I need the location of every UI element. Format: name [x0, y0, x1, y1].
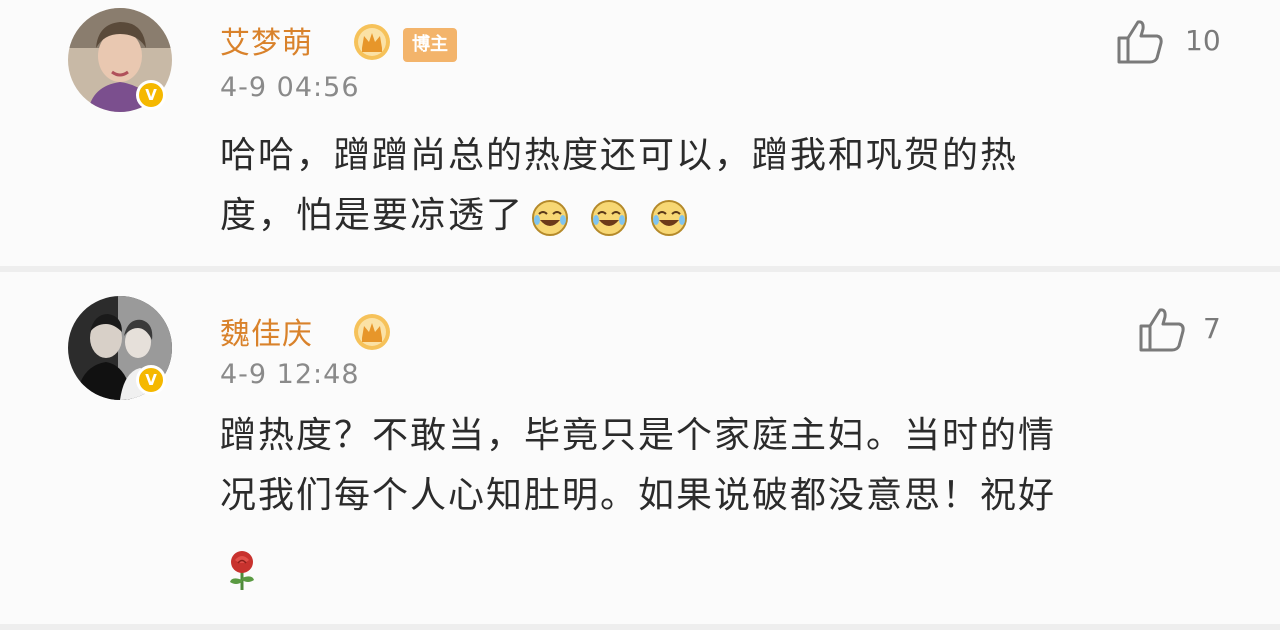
username[interactable]: 艾梦萌 [220, 18, 313, 62]
rose-icon [230, 551, 254, 590]
comment-item: V 魏佳庆 4-9 12:48 7 蹭热度？不敢当，毕竟只是个家庭主妇。当时的情… [0, 272, 1280, 624]
comment-text-line: 哈哈，蹭蹭尚总的热度还可以，蹭我和巩贺的热 [220, 135, 1019, 176]
verified-v-icon: V [136, 365, 166, 395]
comment-text: 哈哈，蹭蹭尚总的热度还可以，蹭我和巩贺的热 度，怕是要凉透了 [220, 126, 1220, 247]
crown-icon [354, 314, 390, 350]
comment-text-line: 况我们每个人心知肚明。如果说破都没意思！祝好 [220, 475, 1057, 516]
like-count: 7 [1203, 312, 1221, 345]
laugh-cry-emoji [591, 200, 628, 236]
like-count: 10 [1185, 24, 1221, 57]
comment-item: V 艾梦萌 博主 4-9 04:56 10 哈哈，蹭蹭尚总的热度还可以，蹭我和巩… [0, 0, 1280, 266]
username[interactable]: 魏佳庆 [220, 309, 313, 353]
verified-v-icon: V [136, 80, 166, 110]
comment-text-segment: 度，怕是要凉透了 [220, 195, 525, 236]
thumbs-up-icon [1117, 20, 1163, 64]
comment-text-line: 蹭热度？不敢当，毕竟只是个家庭主妇。当时的情 [220, 415, 1057, 456]
emoji-group [530, 187, 695, 247]
blogger-badge: 博主 [403, 28, 457, 62]
crown-icon [354, 24, 390, 60]
comment-divider [0, 624, 1280, 630]
comment-timestamp: 4-9 12:48 [220, 359, 360, 390]
laugh-cry-emoji [650, 200, 687, 236]
laugh-cry-emoji [532, 200, 569, 236]
comment-timestamp: 4-9 04:56 [220, 72, 360, 103]
thumbs-up-icon [1139, 308, 1185, 352]
comment-text-line: 度，怕是要凉透了 [220, 186, 1220, 247]
comment-text: 蹭热度？不敢当，毕竟只是个家庭主妇。当时的情 况我们每个人心知肚明。如果说破都没… [220, 406, 1220, 526]
